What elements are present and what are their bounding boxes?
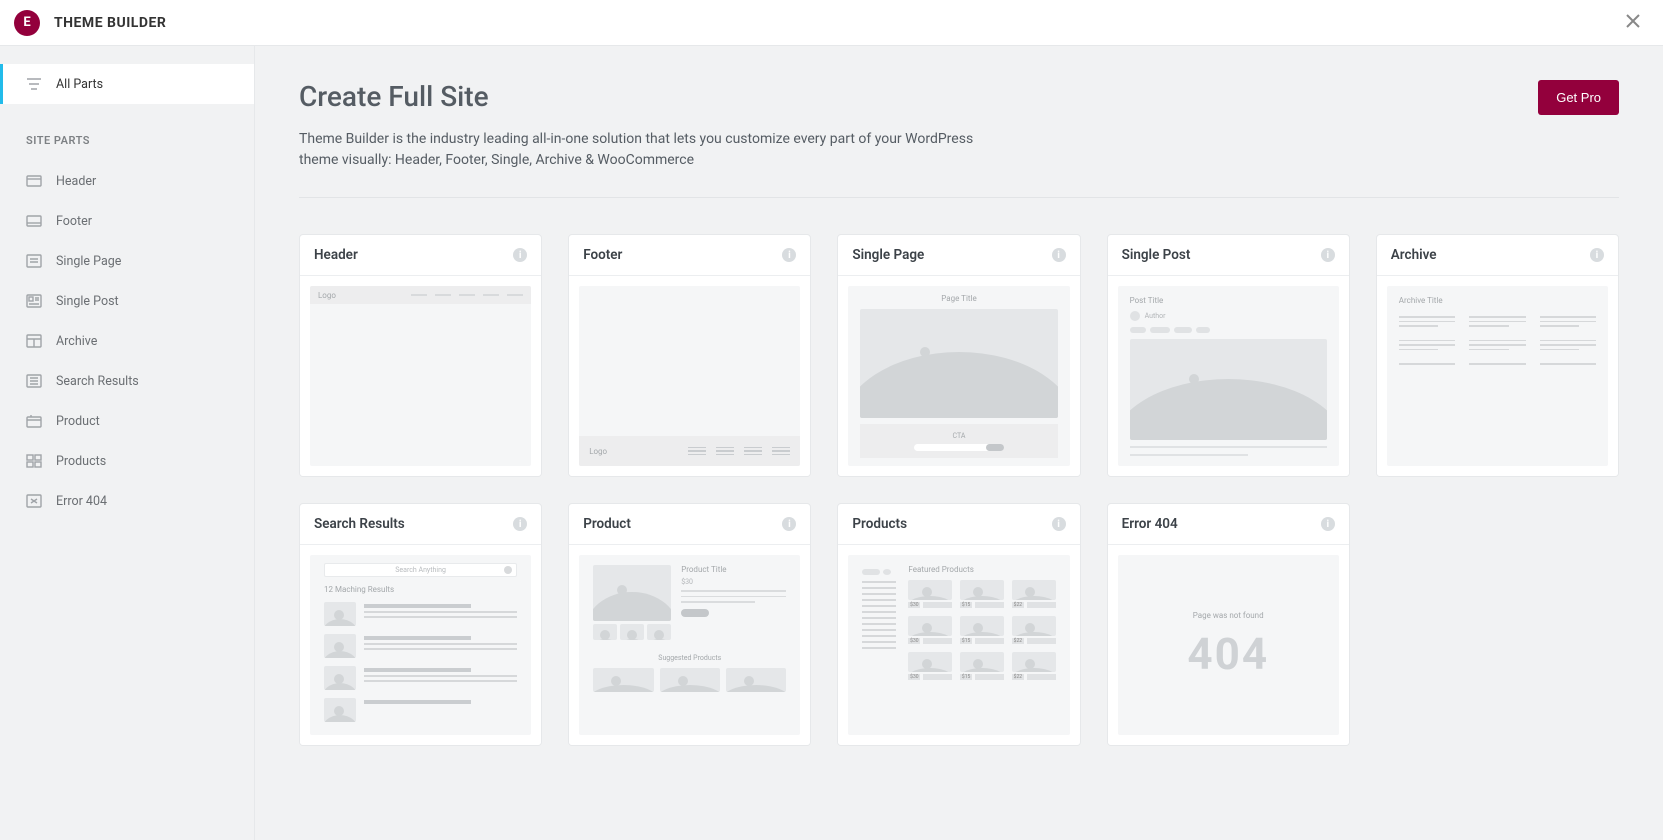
card-header[interactable]: Header i Logo — [299, 234, 542, 477]
info-icon[interactable]: i — [513, 248, 527, 262]
wf-product-price: $30 — [681, 578, 786, 586]
products-icon — [26, 454, 42, 468]
card-single-post[interactable]: Single Post i Post Title Author — [1107, 234, 1350, 477]
top-bar: E THEME BUILDER — [0, 0, 1663, 46]
post-icon — [26, 294, 42, 308]
card-error-404[interactable]: Error 404 i Page was not found 404 — [1107, 503, 1350, 746]
card-title: Footer — [583, 247, 622, 263]
sidebar-item-header[interactable]: Header — [0, 161, 254, 201]
page-title: Create Full Site — [299, 80, 999, 113]
card-title: Archive — [1391, 247, 1437, 263]
product-icon — [26, 414, 42, 428]
card-search-results[interactable]: Search Results i Search Anything 12 Machi… — [299, 503, 542, 746]
wf-product-title: Product Title — [681, 565, 786, 574]
card-single-page[interactable]: Single Page i Page Title CTA — [837, 234, 1080, 477]
sidebar-item-label: Search Results — [56, 374, 139, 389]
wf-price: $15 — [960, 602, 972, 608]
wf-page-title: Page Title — [860, 294, 1057, 303]
sidebar-all-parts-label: All Parts — [56, 77, 103, 92]
wf-price: $30 — [908, 674, 920, 680]
sidebar-section-label: SITE PARTS — [0, 104, 254, 161]
wf-price: $22 — [1012, 674, 1024, 680]
sidebar-item-label: Single Post — [56, 294, 119, 309]
sidebar-item-label: Single Page — [56, 254, 121, 269]
wf-404-message: Page was not found — [1193, 611, 1264, 620]
sidebar: All Parts SITE PARTS Header Footer Singl… — [0, 46, 255, 840]
sidebar-item-single-post[interactable]: Single Post — [0, 281, 254, 321]
card-product[interactable]: Product i Product Title $30 Suggested Pro… — [568, 503, 811, 746]
error-icon — [26, 494, 42, 508]
sidebar-item-label: Product — [56, 414, 100, 429]
sidebar-item-error-404[interactable]: Error 404 — [0, 481, 254, 521]
close-button[interactable] — [1617, 6, 1649, 39]
footer-icon — [26, 214, 42, 228]
wf-price: $22 — [1012, 602, 1024, 608]
sidebar-item-single-page[interactable]: Single Page — [0, 241, 254, 281]
wf-post-title: Post Title — [1130, 296, 1327, 305]
header-icon — [26, 174, 42, 188]
page-icon — [26, 254, 42, 268]
divider — [299, 197, 1619, 198]
info-icon[interactable]: i — [1590, 248, 1604, 262]
info-icon[interactable]: i — [1321, 248, 1335, 262]
wf-logo-label: Logo — [589, 447, 607, 456]
sidebar-all-parts[interactable]: All Parts — [0, 64, 254, 104]
card-title: Single Page — [852, 247, 924, 263]
wf-price: $30 — [908, 602, 920, 608]
sidebar-item-products[interactable]: Products — [0, 441, 254, 481]
app-logo: E — [14, 10, 40, 36]
info-icon[interactable]: i — [782, 517, 796, 531]
card-title: Error 404 — [1122, 516, 1178, 532]
sidebar-item-label: Error 404 — [56, 494, 107, 509]
page-description: Theme Builder is the industry leading al… — [299, 129, 999, 171]
info-icon[interactable]: i — [782, 248, 796, 262]
main-content: Create Full Site Theme Builder is the in… — [255, 46, 1663, 840]
wf-featured-label: Featured Products — [908, 565, 1055, 574]
sidebar-item-search-results[interactable]: Search Results — [0, 361, 254, 401]
card-title: Header — [314, 247, 358, 263]
filter-icon — [26, 77, 42, 91]
wf-price: $22 — [1012, 638, 1024, 644]
sidebar-item-label: Footer — [56, 214, 92, 229]
sidebar-item-product[interactable]: Product — [0, 401, 254, 441]
card-title: Product — [583, 516, 631, 532]
wf-search-placeholder: Search Anything — [324, 563, 517, 577]
sidebar-item-label: Products — [56, 454, 106, 469]
info-icon[interactable]: i — [1052, 248, 1066, 262]
sidebar-item-footer[interactable]: Footer — [0, 201, 254, 241]
info-icon[interactable]: i — [1321, 517, 1335, 531]
card-title: Search Results — [314, 516, 405, 532]
sidebar-item-archive[interactable]: Archive — [0, 321, 254, 361]
logo-letter: E — [23, 15, 30, 30]
wf-cta-label: CTA — [953, 432, 966, 440]
card-products[interactable]: Productsi Featured Products $30 $15 $22 … — [837, 503, 1080, 746]
card-title: Products — [852, 516, 907, 532]
get-pro-button[interactable]: Get Pro — [1538, 80, 1619, 115]
card-footer[interactable]: Footer i Logo — [568, 234, 811, 477]
archive-icon — [26, 334, 42, 348]
info-icon[interactable]: i — [513, 517, 527, 531]
info-icon[interactable]: i — [1052, 517, 1066, 531]
sidebar-item-label: Archive — [56, 334, 97, 349]
sidebar-item-label: Header — [56, 174, 96, 189]
wf-author-label: Author — [1145, 312, 1166, 320]
wf-price: $30 — [908, 638, 920, 644]
app-title: THEME BUILDER — [54, 15, 166, 31]
close-icon — [1625, 13, 1641, 29]
wf-price: $15 — [960, 674, 972, 680]
wf-suggested-label: Suggested Products — [593, 654, 786, 662]
card-archive[interactable]: Archive i Archive Title — [1376, 234, 1619, 477]
search-results-icon — [26, 374, 42, 388]
wf-404-code: 404 — [1187, 628, 1269, 680]
wf-logo-label: Logo — [318, 291, 336, 300]
wf-price: $15 — [960, 638, 972, 644]
card-title: Single Post — [1122, 247, 1191, 263]
wf-archive-title: Archive Title — [1399, 296, 1596, 305]
wf-search-results-count: 12 Maching Results — [324, 585, 517, 594]
